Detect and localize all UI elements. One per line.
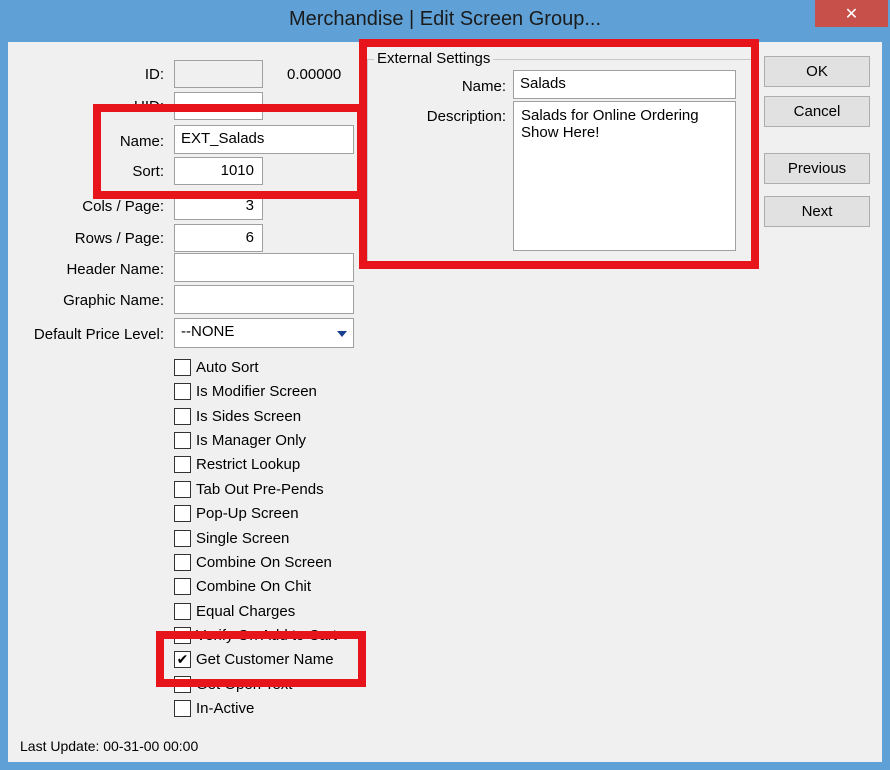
window-frame: Merchandise | Edit Screen Group... ✕ ID:… xyxy=(0,0,890,770)
checkbox-icon[interactable] xyxy=(174,455,191,473)
checkbox-row[interactable]: In-Active xyxy=(174,697,254,719)
checkbox-row[interactable]: Is Sides Screen xyxy=(174,405,301,427)
checkbox-label: Is Manager Only xyxy=(196,431,307,449)
last-update-text: Last Update: 00-31-00 00:00 xyxy=(20,738,199,754)
rows-field[interactable]: 6 xyxy=(174,224,263,252)
checkbox-label: Equal Charges xyxy=(196,602,296,620)
graphic-name-field[interactable] xyxy=(174,285,354,314)
checkbox-row[interactable]: Pop-Up Screen xyxy=(174,502,299,524)
cols-label: Cols / Page: xyxy=(82,198,164,215)
checkbox-row[interactable]: Tab Out Pre-Pends xyxy=(174,478,324,500)
header-name-field[interactable] xyxy=(174,253,354,282)
checkbox-icon[interactable] xyxy=(174,529,191,547)
close-button[interactable]: ✕ xyxy=(815,0,888,27)
highlight-get-customer-name xyxy=(156,631,366,687)
checkbox-label: Auto Sort xyxy=(196,358,259,376)
checkbox-row[interactable]: Is Manager Only xyxy=(174,429,306,451)
checkbox-icon[interactable] xyxy=(174,358,191,376)
checkbox-label: Is Sides Screen xyxy=(196,407,302,425)
checkbox-row[interactable]: Combine On Chit xyxy=(174,575,311,597)
chevron-down-icon xyxy=(337,331,347,337)
price-level-select[interactable]: --NONE xyxy=(174,318,354,348)
checkbox-label: Pop-Up Screen xyxy=(196,504,299,522)
dialog-body: ID: 0.00000 UID: Name: EXT_Salads Sort: … xyxy=(8,39,882,762)
previous-button[interactable]: Previous xyxy=(764,153,870,184)
checkbox-icon[interactable] xyxy=(174,553,191,571)
title-bar: Merchandise | Edit Screen Group... ✕ xyxy=(0,0,890,42)
price-level-label: Default Price Level: xyxy=(33,326,164,343)
id-number: 0.00000 xyxy=(287,66,342,83)
close-icon: ✕ xyxy=(844,5,859,23)
rows-label: Rows / Page: xyxy=(74,230,164,247)
checkbox-row[interactable]: Restrict Lookup xyxy=(174,453,300,475)
header-name-label: Header Name: xyxy=(66,261,164,278)
window-title: Merchandise | Edit Screen Group... xyxy=(288,8,601,30)
checkbox-label: Single Screen xyxy=(196,529,290,547)
checkbox-label: Is Modifier Screen xyxy=(196,382,317,400)
checkbox-row[interactable]: Combine On Screen xyxy=(174,551,332,573)
cancel-button[interactable]: Cancel xyxy=(764,96,870,127)
next-button[interactable]: Next xyxy=(764,196,870,227)
checkbox-label: Tab Out Pre-Pends xyxy=(196,480,324,498)
checkbox-icon[interactable] xyxy=(174,577,191,595)
checkbox-row[interactable]: Is Modifier Screen xyxy=(174,380,317,402)
checkbox-icon[interactable] xyxy=(174,602,191,620)
graphic-name-label: Graphic Name: xyxy=(63,292,164,309)
id-label: ID: xyxy=(144,66,164,83)
checkbox-label: Combine On Screen xyxy=(196,553,332,571)
checkbox-icon[interactable] xyxy=(174,431,191,449)
checkbox-label: In-Active xyxy=(196,699,255,717)
id-field xyxy=(174,60,263,88)
checkbox-icon[interactable] xyxy=(174,407,191,425)
checkbox-row[interactable]: Single Screen xyxy=(174,527,289,549)
checkbox-icon[interactable] xyxy=(174,504,191,522)
highlight-name-sort xyxy=(93,104,365,199)
checkbox-icon[interactable] xyxy=(174,480,191,498)
checkbox-label: Restrict Lookup xyxy=(196,455,301,473)
checkbox-row[interactable]: Auto Sort xyxy=(174,356,259,378)
price-level-value: --NONE xyxy=(181,323,235,340)
checkbox-icon[interactable] xyxy=(174,382,191,400)
checkbox-label: Combine On Chit xyxy=(196,577,312,595)
highlight-external-settings xyxy=(359,39,759,269)
checkbox-icon[interactable] xyxy=(174,699,191,717)
ok-button[interactable]: OK xyxy=(764,56,870,87)
checkbox-row[interactable]: Equal Charges xyxy=(174,600,295,622)
